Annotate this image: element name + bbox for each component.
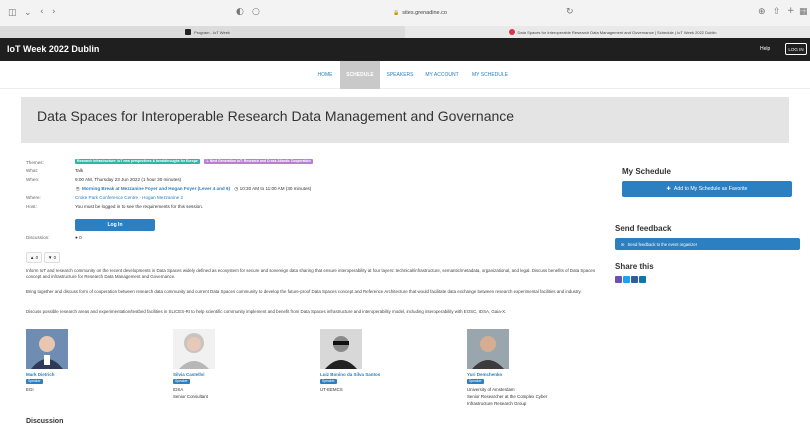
when-label: When: [26,177,40,182]
site-title[interactable]: IoT Week 2022 Dublin [7,44,99,54]
coffee-icon: ☕ [75,186,81,191]
speaker-role-badge: Speaker [320,379,337,384]
share-icon[interactable]: ⇧ [773,7,781,17]
chevron-down-icon[interactable]: ⌄ [24,8,32,18]
dislike-count: 0 [53,255,57,260]
discussion-count-value: 0 [79,235,82,240]
back-icon[interactable]: ‹ [40,7,44,17]
reload-icon[interactable]: ↻ [566,7,574,17]
speaker-role-badge: Speaker [173,379,190,384]
what-value: Talk [75,168,84,173]
discussion-heading: Discussion [26,418,64,425]
dislike-button[interactable]: ▼ 0 [44,252,60,263]
sidebar-toggle-icon[interactable]: ◫ [8,8,17,18]
speaker-name[interactable]: Silvia Castellvi [173,372,205,377]
nav-schedule[interactable]: SCHEDULE [340,61,380,89]
host-note: You must be logged in to see the require… [75,204,204,209]
speaker-photo-mark-dietrich[interactable] [26,329,68,369]
discussion-label: Discussion: [26,235,50,240]
theme-badge[interactable]: 1. Next Generation IoT: Research and Cro… [204,159,313,165]
lock-icon: 🔒 [393,10,400,16]
grenadine-favicon-icon [508,29,515,35]
speaker-name[interactable]: Luiz Bonino da Silva Santos [320,372,380,377]
tab-label: Program - IoT Week [194,29,230,35]
break-row: ☕ Morning Break at Mezzanine Foyer and H… [75,186,311,192]
main-nav: HOME SCHEDULE SPEAKERS MY ACCOUNT MY SCH… [0,61,810,89]
site-header: IoT Week 2022 Dublin Help LOG IN [0,38,810,61]
when-value: 9:00 AM, Thursday 23 Jun 2022 (1 hour 30… [75,177,182,182]
description-paragraph: Bring together and discuss form of coope… [26,289,582,294]
what-label: What: [26,168,38,173]
speaker-photo-luiz-bonino[interactable] [320,329,362,369]
site-favicon-icon [185,29,192,35]
browser-toolbar: ◫ ⌄ ‹ › ◐ ○ 🔒 sites.grenadine.co ↻ ⊕ ⇧ +… [0,0,810,26]
share-heading: Share this [615,262,654,271]
add-to-schedule-button[interactable]: ✚ Add to My Schedule as Favorite [622,181,792,197]
speaker-photo-silvia-castellvi[interactable] [173,329,215,369]
discussion-count[interactable]: ● 0 [75,235,82,240]
thumbs-up-icon: ▲ [29,255,35,260]
thumbs-down-icon: ▼ [47,255,53,260]
tab-program[interactable]: Program - IoT Week [0,26,405,38]
address-bar[interactable]: 🔒 sites.grenadine.co [305,6,535,20]
send-feedback-label: Send feedback to the event organizer [627,241,698,247]
speaker-name[interactable]: Yuri Demchenko [467,372,502,377]
speaker-role-badge: Speaker [26,379,43,384]
speaker-affiliation: IDSA [173,387,184,392]
themes-label: Themes: [26,160,44,165]
nav-home[interactable]: HOME [312,61,338,89]
description-paragraph: Inform IoT and research community on the… [26,268,596,279]
speaker-affiliation: UT-EEMCS [320,387,343,392]
linkedin-icon[interactable] [639,276,646,283]
like-button[interactable]: ▲ 0 [26,252,42,263]
like-count: 0 [35,255,39,260]
description-paragraph: Discuss possible research areas and expe… [26,309,507,314]
nav-speakers[interactable]: SPEAKERS [382,61,418,89]
message-icon: ✉ [621,241,625,247]
clock-icon: ◷ [234,186,239,191]
speaker-position: Senior Consultant [173,394,208,399]
break-link[interactable]: Morning Break at Mezzanine Foyer and Hog… [82,186,230,191]
theme-badge[interactable]: Research Infrastructure: IoT new perspec… [75,159,200,165]
session-login-button[interactable]: Log In [75,219,155,231]
themes-value: Research Infrastructure: IoT new perspec… [75,159,316,165]
tab-overview-icon[interactable]: ▦ [799,7,808,17]
privacy-icon[interactable]: ◐ [236,7,244,17]
nav-my-schedule[interactable]: MY SCHEDULE [467,61,513,89]
facebook-icon[interactable] [631,276,638,283]
break-time: 10:30 AM to 11:00 AM (30 minutes) [239,186,312,191]
share-icons [615,276,646,283]
send-feedback-button[interactable]: ✉ Send feedback to the event organizer [615,238,800,250]
where-link[interactable]: Croke Park Conference Centre - Hogan Mez… [75,195,183,200]
speaker-position: Infrastructure Research Group [467,401,527,406]
tab-strip: Program - IoT Week Data Spaces for Inter… [0,26,810,38]
host-label: Host: [26,204,37,209]
add-to-schedule-label: Add to My Schedule as Favorite [673,186,748,192]
add-user-icon: ✚ [666,186,671,192]
new-tab-icon[interactable]: + [787,6,795,16]
speaker-affiliation: University of Amsterdam [467,387,515,392]
speaker-photo-yuri-demchenko[interactable] [467,329,509,369]
header-login-button[interactable]: LOG IN [785,43,807,55]
comment-icon: ● [75,235,78,240]
my-schedule-heading: My Schedule [622,167,671,176]
page-title: Data Spaces for Interoperable Research D… [37,108,515,124]
shield-icon[interactable]: ○ [252,7,260,17]
speaker-position: Senior Researcher at the Complex Cyber [467,394,548,399]
title-band: Data Spaces for Interoperable Research D… [21,97,789,143]
help-link[interactable]: Help [760,46,770,52]
address-text: sites.grenadine.co [402,10,447,16]
tab-label: Data Spaces for Interoperable Research D… [517,29,717,35]
forward-icon[interactable]: › [52,7,56,17]
send-feedback-heading: Send feedback [615,224,672,233]
download-icon[interactable]: ⊕ [758,7,766,17]
tab-session[interactable]: Data Spaces for Interoperable Research D… [405,26,810,38]
nav-my-account[interactable]: MY ACCOUNT [420,61,464,89]
where-label: Where: [26,195,41,200]
twitter-icon[interactable] [623,276,630,283]
speaker-name[interactable]: Mark Dietrich [26,372,55,377]
speaker-role-badge: Speaker [467,379,484,384]
speaker-affiliation: EGI [26,387,34,392]
email-icon[interactable] [615,276,622,283]
